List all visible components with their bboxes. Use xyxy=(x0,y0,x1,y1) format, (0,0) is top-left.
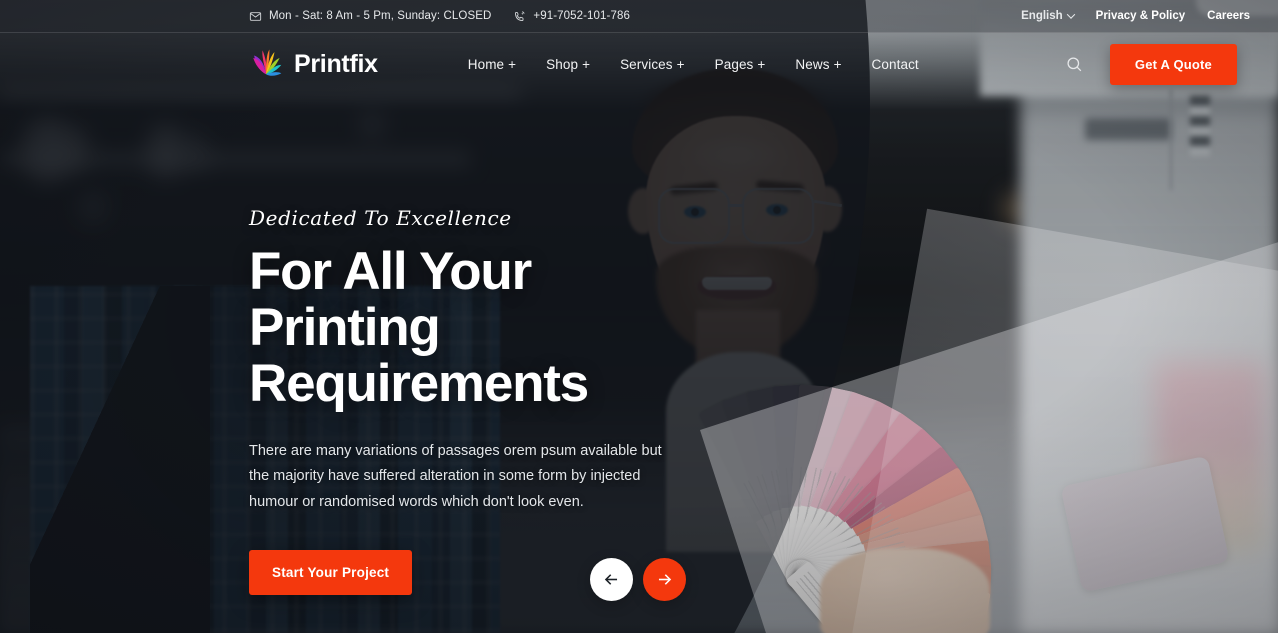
phone-number-text: +91-7052-101-786 xyxy=(533,10,630,22)
nav-label: Shop xyxy=(546,56,579,72)
nav-label: Contact xyxy=(871,56,919,72)
nav-item-contact[interactable]: Contact xyxy=(872,57,919,72)
arrow-left-icon xyxy=(604,574,618,585)
top-info-bar: Mon - Sat: 8 Am - 5 Pm, Sunday: CLOSED +… xyxy=(0,0,1278,33)
hero-eyebrow: Dedicated To Excellence xyxy=(249,206,512,230)
color-fan-logo-icon xyxy=(249,47,283,81)
hero-description: There are many variations of passages or… xyxy=(249,442,662,511)
submenu-plus-icon: + xyxy=(833,56,842,72)
brand-logo[interactable]: Printfix xyxy=(249,47,378,81)
language-selector[interactable]: English xyxy=(1021,10,1075,22)
site-header: Printfix Home + Shop + Services + Pages + Ne… xyxy=(0,33,1278,95)
hero-title-line-1: For All Your Printing xyxy=(249,242,532,358)
business-hours: Mon - Sat: 8 Am - 5 Pm, Sunday: CLOSED xyxy=(249,10,491,23)
arrow-right-icon xyxy=(658,574,672,585)
get-a-quote-button[interactable]: Get A Quote xyxy=(1109,43,1237,85)
hero-slider-page: Mon - Sat: 8 Am - 5 Pm, Sunday: CLOSED +… xyxy=(0,0,1278,633)
hero-title-line-2: Requirements xyxy=(249,354,589,414)
nav-label: Home xyxy=(467,56,505,72)
phone-number[interactable]: +91-7052-101-786 xyxy=(513,10,630,23)
privacy-policy-link[interactable]: Privacy & Policy xyxy=(1096,10,1186,22)
start-your-project-button[interactable]: Start Your Project xyxy=(249,549,413,595)
slider-navigation xyxy=(590,558,686,601)
nav-item-home[interactable]: Home + xyxy=(468,57,516,72)
language-label: English xyxy=(1021,10,1063,22)
nav-item-services[interactable]: Services + xyxy=(620,57,685,72)
hero-content: Dedicated To Excellence For All Your Pri… xyxy=(249,206,729,595)
submenu-plus-icon: + xyxy=(508,56,517,72)
slider-next-button[interactable] xyxy=(643,558,686,601)
business-hours-text: Mon - Sat: 8 Am - 5 Pm, Sunday: CLOSED xyxy=(269,10,492,22)
nav-label: News xyxy=(795,56,830,72)
envelope-icon xyxy=(249,10,262,23)
nav-item-pages[interactable]: Pages + xyxy=(715,57,766,72)
nav-label: Pages xyxy=(714,56,754,72)
nav-item-news[interactable]: News + xyxy=(795,57,841,72)
careers-link[interactable]: Careers xyxy=(1207,10,1250,22)
chevron-down-icon xyxy=(1066,10,1075,19)
slider-prev-button[interactable] xyxy=(590,558,633,601)
submenu-plus-icon: + xyxy=(676,56,685,72)
submenu-plus-icon: + xyxy=(582,56,591,72)
submenu-plus-icon: + xyxy=(757,56,766,72)
nav-item-shop[interactable]: Shop + xyxy=(546,57,590,72)
nav-label: Services xyxy=(620,56,673,72)
header-actions: Get A Quote xyxy=(1064,43,1237,85)
phone-ring-icon xyxy=(513,10,526,23)
main-navigation: Home + Shop + Services + Pages + News + Conta… xyxy=(468,57,919,72)
topbar-left-group: Mon - Sat: 8 Am - 5 Pm, Sunday: CLOSED +… xyxy=(249,10,630,23)
brand-name: Printfix xyxy=(294,49,378,78)
hero-title: For All Your Printing Requirements xyxy=(249,242,729,414)
topbar-right-group: English Privacy & Policy Careers xyxy=(1021,10,1250,22)
search-icon[interactable] xyxy=(1064,53,1086,75)
